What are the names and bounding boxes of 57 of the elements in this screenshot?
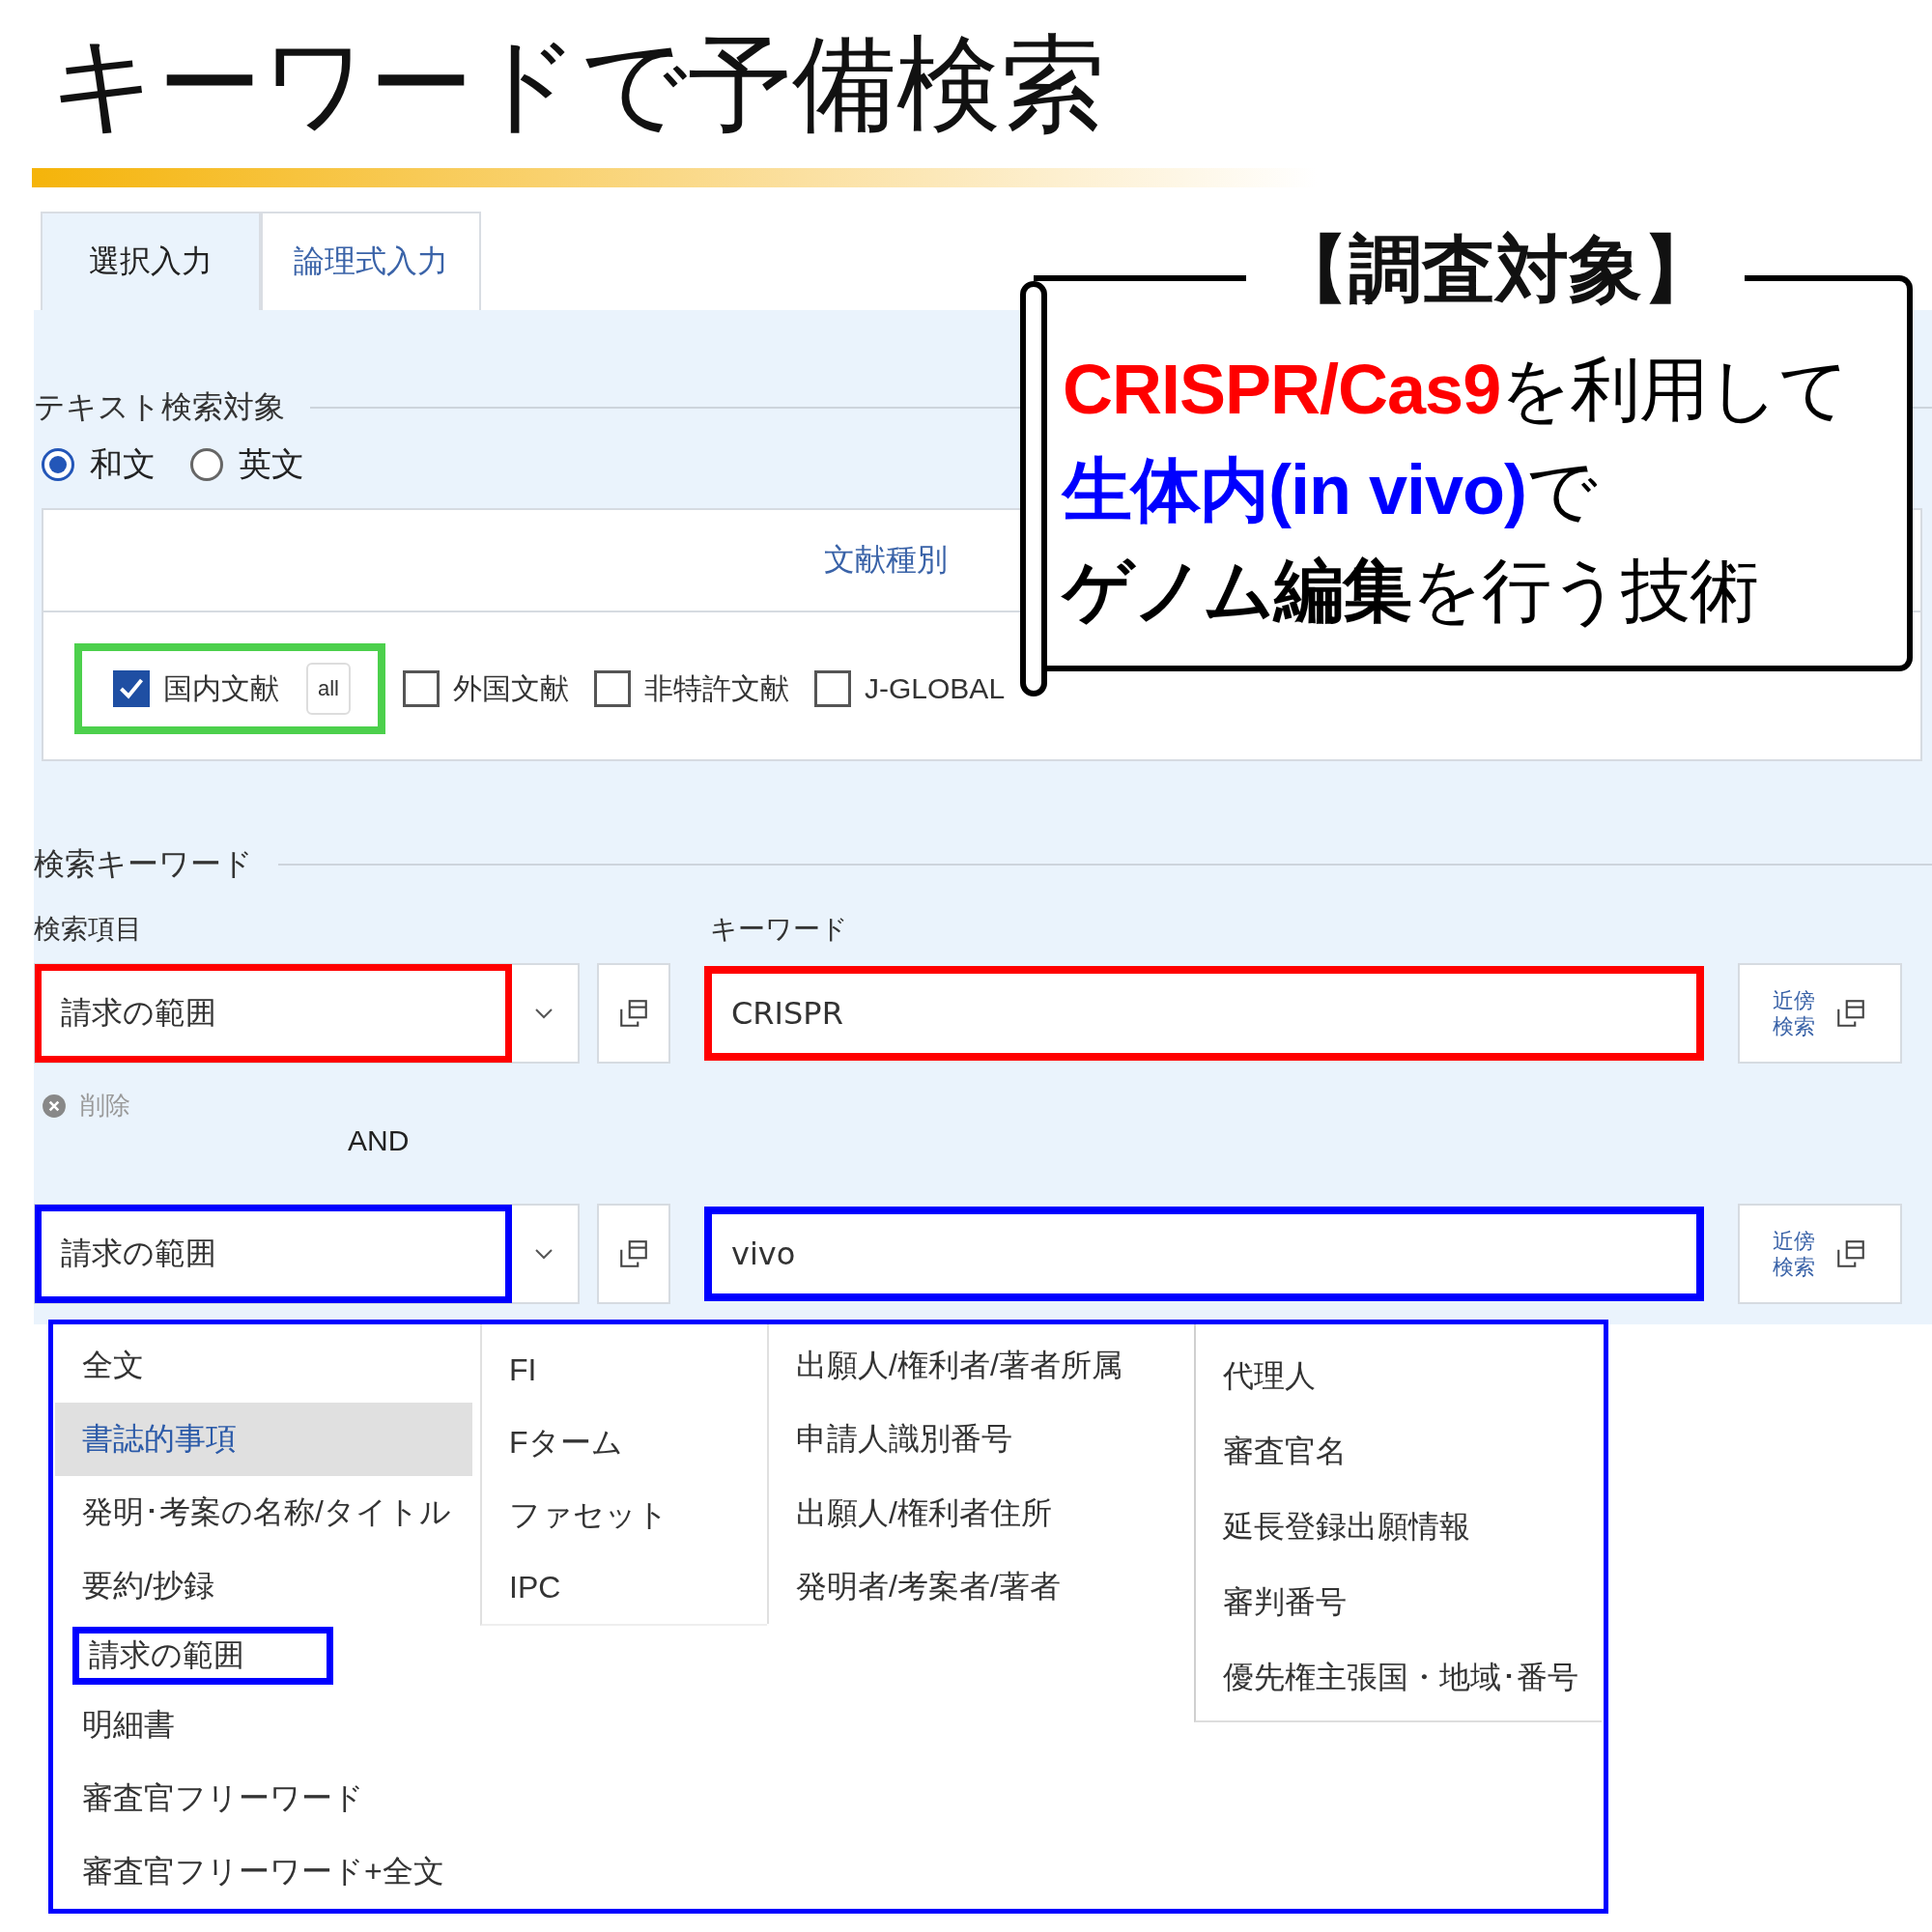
menu-item[interactable]: 全文 — [55, 1329, 472, 1403]
all-toggle[interactable]: all — [306, 663, 351, 715]
menu-item[interactable]: 代理人 — [1196, 1339, 1602, 1414]
menu-item[interactable]: 審判番号 — [1196, 1565, 1602, 1640]
window-icon — [617, 1237, 650, 1270]
select-field[interactable]: 請求の範囲 — [34, 1204, 580, 1304]
radio-button[interactable] — [190, 448, 223, 481]
select-field[interactable]: 請求の範囲 — [34, 963, 580, 1064]
checkbox-label: J-GLOBAL — [865, 672, 1006, 705]
operator-label: AND — [348, 1124, 410, 1156]
proximity-search-button[interactable]: 近傍検索 — [1738, 1204, 1902, 1304]
menu-item[interactable]: Fターム — [482, 1406, 767, 1479]
card-heading: 文献種別 — [823, 541, 948, 579]
tab[interactable]: 選択入力 — [41, 212, 261, 310]
menu-item[interactable]: 発明者/考案者/著者 — [769, 1549, 1194, 1624]
checkbox[interactable] — [814, 670, 851, 707]
field-label: 検索項目 — [34, 913, 143, 946]
popup-button[interactable] — [597, 963, 670, 1064]
menu-item[interactable]: 要約/抄録 — [55, 1548, 472, 1623]
chevron-down-icon — [534, 1008, 554, 1019]
checkbox-label: 国内文献 — [163, 670, 279, 706]
popup-button[interactable] — [597, 1204, 670, 1304]
checkbox-label: 外国文献 — [453, 670, 569, 706]
proximity-search-button[interactable]: 近傍検索 — [1738, 963, 1902, 1064]
checkbox[interactable] — [594, 670, 631, 707]
menu-item[interactable]: 優先権主張国・地域･番号 — [1196, 1640, 1602, 1716]
section-heading: テキスト検索対象 — [34, 388, 285, 426]
tab[interactable]: 論理式入力 — [261, 212, 481, 310]
radio-label: 和文 — [90, 444, 156, 484]
menu-item[interactable]: ファセット — [482, 1479, 767, 1551]
keyword-input[interactable]: CRISPR — [704, 966, 1704, 1061]
checkbox[interactable] — [403, 670, 440, 707]
menu-item[interactable]: 出願人/権利者住所 — [769, 1476, 1194, 1550]
menu-item[interactable]: 発明･考案の名称/タイトル — [55, 1475, 472, 1549]
field-label: キーワード — [710, 913, 848, 946]
menu-item[interactable]: 延長登録出願情報 — [1196, 1490, 1602, 1565]
window-icon — [617, 997, 650, 1030]
chevron-down-icon — [534, 1248, 554, 1260]
menu-item[interactable]: IPC — [482, 1551, 767, 1624]
menu-item[interactable]: 明細書 — [55, 1689, 472, 1763]
menu-item[interactable]: FI — [482, 1334, 767, 1406]
delete-icon — [42, 1093, 67, 1119]
menu-item[interactable]: 請求の範囲 — [72, 1626, 333, 1686]
menu-item[interactable]: 出願人/権利者/著者所属 — [769, 1329, 1194, 1404]
menu-item[interactable]: 審査官フリーワード — [55, 1762, 472, 1836]
checkbox-label: 非特許文献 — [644, 670, 789, 706]
menu-item[interactable]: 審査官名 — [1196, 1414, 1602, 1490]
keyword-input[interactable]: vivo — [704, 1207, 1704, 1301]
menu-item[interactable]: 審査官フリーワード+全文 — [55, 1835, 472, 1910]
callout-text: CRISPR/Cas9を利用して 生体内(in vivo)で ゲノム編集を行う技術 — [1063, 350, 1850, 631]
radio-label: 英文 — [239, 444, 304, 484]
slide-title: キーワードで予備検索 — [49, 24, 1106, 144]
section-heading: 検索キーワード — [34, 845, 253, 883]
menu-item[interactable]: 申請人識別番号 — [769, 1403, 1194, 1477]
menu-item[interactable]: 書誌的事項 — [55, 1402, 472, 1476]
checkbox[interactable] — [113, 670, 150, 707]
radio-button[interactable] — [42, 448, 74, 481]
